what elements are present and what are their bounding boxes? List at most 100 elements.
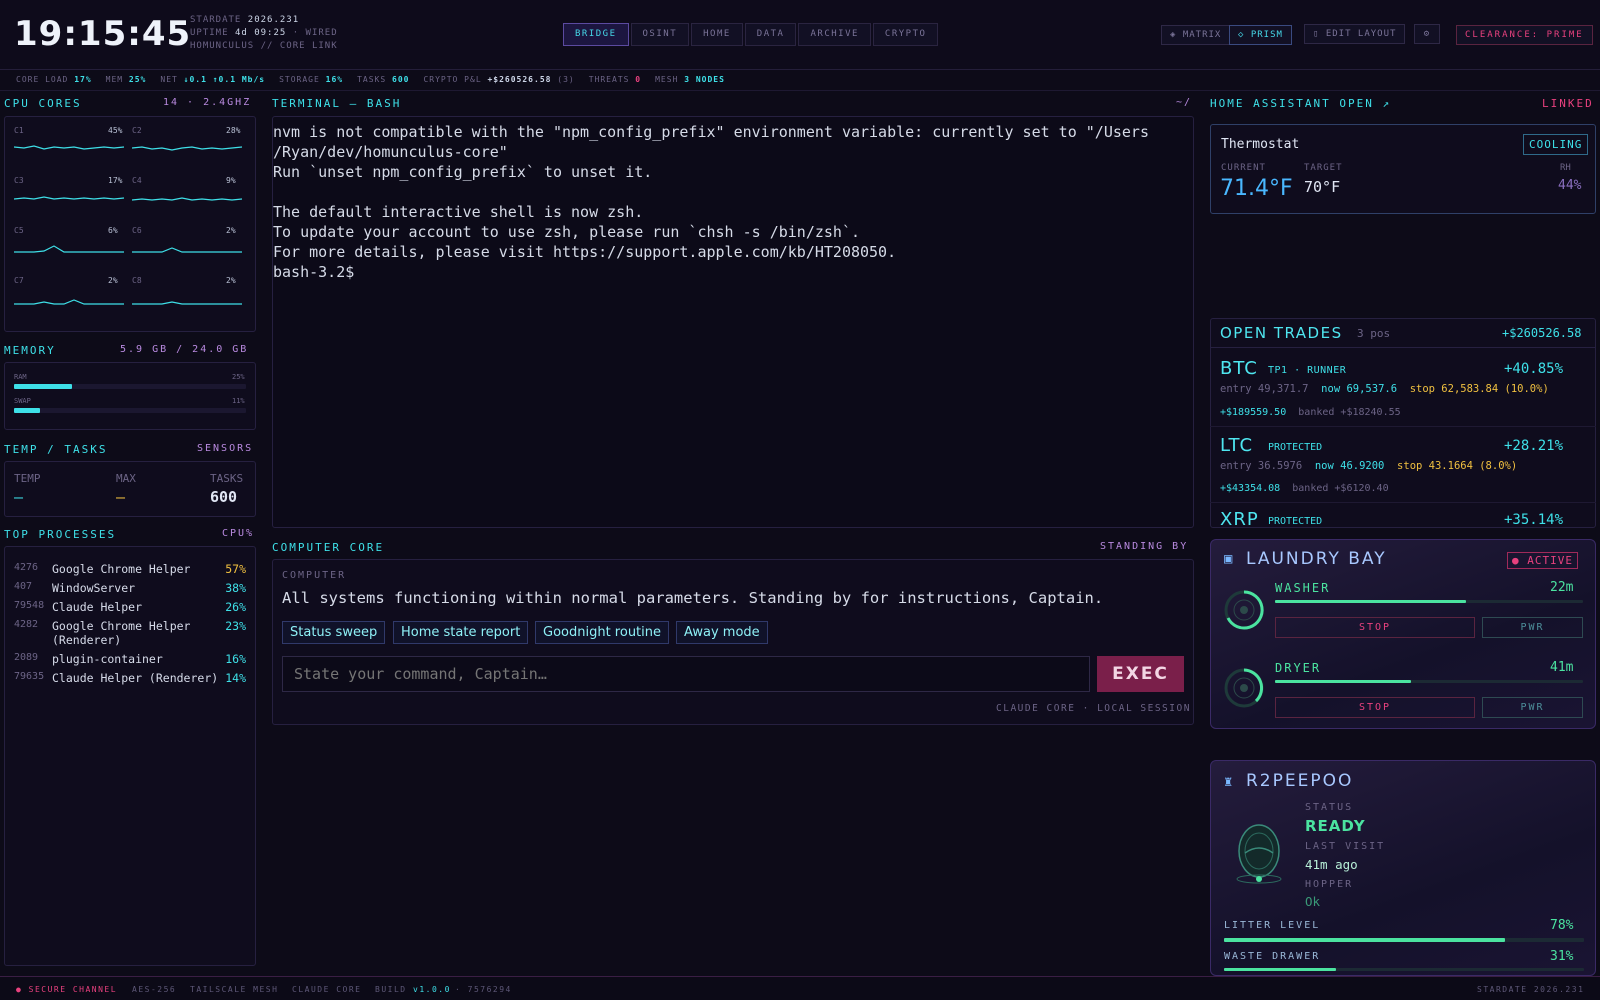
ram-label: RAM	[14, 373, 27, 381]
crypto-label: CRYPTO P&L	[423, 75, 482, 84]
cpu-core-pct: 28%	[226, 126, 241, 135]
swap-fill	[14, 408, 40, 413]
clock: 19:15:45	[14, 14, 192, 54]
home-state-report-chip[interactable]: Home state report	[393, 621, 529, 644]
process-pid: 4276	[14, 562, 39, 573]
trades-total: +$260526.58	[1502, 326, 1582, 340]
dryer-power-button[interactable]: PWR	[1482, 697, 1583, 718]
waste-drawer-bar	[1224, 968, 1584, 971]
tab-osint[interactable]: OSINT	[630, 23, 690, 46]
build-version: v1.0.0	[413, 985, 451, 994]
terminal-output[interactable]: nvm is not compatible with the "npm_conf…	[273, 122, 1193, 282]
stardate-label: STARDATE	[190, 15, 242, 25]
cpu-core-sparkline	[14, 145, 125, 150]
cpu-core-name: C6	[132, 226, 142, 235]
cpu-core-sparkline	[14, 299, 124, 305]
threats-label: THREATS	[588, 75, 630, 84]
dryer-stop-button[interactable]: STOP	[1275, 697, 1475, 718]
crypto-count: (3)	[557, 75, 575, 84]
rh-label: RH	[1560, 163, 1571, 173]
max-value: –	[116, 488, 126, 506]
tab-archive[interactable]: ARCHIVE	[798, 23, 871, 46]
max-label: MAX	[116, 472, 136, 485]
cpu-core-name: C5	[14, 226, 24, 235]
crypto-value: +$260526.58	[487, 75, 552, 84]
ram-pct: 25%	[232, 373, 245, 381]
gear-icon[interactable]: ⚙	[1414, 24, 1440, 44]
command-input[interactable]	[282, 656, 1090, 692]
process-name: WindowServer	[52, 581, 136, 595]
mesh-label: TAILSCALE MESH	[190, 985, 279, 994]
tab-crypto[interactable]: CRYPTO	[872, 23, 939, 46]
current-temp: 71.4°F	[1220, 176, 1293, 201]
cpu-spec: 14 · 2.4GHZ	[163, 97, 252, 108]
trades-divider	[1210, 347, 1596, 348]
trade-pnl: +$43354.08	[1220, 483, 1281, 494]
home-assistant-link[interactable]: HOME ASSISTANT OPEN ↗	[1210, 97, 1391, 110]
trade-symbol: BTC	[1220, 358, 1258, 379]
core-status: STANDING BY	[1100, 541, 1189, 552]
core-load-value: 17%	[74, 75, 92, 84]
storage-label: STORAGE	[279, 75, 320, 84]
secure-channel: ● SECURE CHANNEL	[16, 985, 118, 994]
temp-label: TEMP	[14, 472, 41, 485]
process-row[interactable]: 79635 Claude Helper (Renderer) 14%	[14, 671, 246, 685]
trade-stop: stop 43.1664 (8.0%)	[1397, 460, 1518, 472]
process-row[interactable]: 2089 plugin-container 16%	[14, 652, 246, 666]
swap-label: SWAP	[14, 397, 31, 405]
trade-levels: entry 49,371.7 now 69,537.6 stop 62,583.…	[1220, 383, 1549, 395]
processes-sort[interactable]: CPU%	[222, 528, 254, 539]
process-name: Google Chrome Helper (Renderer)	[52, 619, 191, 647]
mesh-label: MESH	[655, 75, 679, 84]
target-temp: 70°F	[1304, 178, 1341, 196]
cpu-core-name: C1	[14, 126, 24, 135]
process-row[interactable]: 4282 Google Chrome Helper (Renderer) 23%	[14, 619, 246, 647]
tab-bridge[interactable]: BRIDGE	[563, 23, 629, 46]
tab-home[interactable]: HOME	[691, 23, 743, 46]
washer-progress	[1275, 600, 1583, 603]
home-status: LINKED	[1542, 97, 1594, 110]
trade-pct: +40.85%	[1504, 361, 1564, 377]
laundry-icon: ▣	[1224, 551, 1233, 567]
goodnight-routine-chip[interactable]: Goodnight routine	[535, 621, 670, 644]
away-mode-chip[interactable]: Away mode	[676, 621, 768, 644]
edit-layout-button[interactable]: ▯ EDIT LAYOUT	[1304, 24, 1406, 44]
uptime-label: UPTIME	[190, 28, 229, 38]
stardate-value: 2026.231	[247, 15, 300, 25]
current-label: CURRENT	[1221, 163, 1266, 173]
process-row[interactable]: 407 WindowServer 38%	[14, 581, 246, 595]
exec-button[interactable]: EXEC	[1097, 656, 1184, 692]
litter-level-bar	[1224, 938, 1584, 942]
prism-theme-button[interactable]: ◇ PRISM	[1229, 25, 1292, 45]
process-row[interactable]: 79548 Claude Helper 26%	[14, 600, 246, 614]
mem-label: MEM	[105, 75, 124, 84]
build-label: BUILD	[375, 985, 407, 994]
matrix-theme-button[interactable]: ◈ MATRIX	[1161, 25, 1231, 45]
cpu-core-pct: 6%	[108, 226, 118, 235]
cpu-core-pct: 45%	[108, 126, 123, 135]
washer-stop-button[interactable]: STOP	[1275, 617, 1475, 638]
processes-title: TOP PROCESSES	[4, 528, 117, 541]
process-pid: 407	[14, 581, 33, 592]
cpu-core-name: C4	[132, 176, 142, 185]
mem-value: 25%	[128, 75, 147, 84]
robot-status-label: STATUS	[1305, 802, 1354, 813]
process-name: Claude Helper	[52, 600, 143, 614]
process-row[interactable]: 4276 Google Chrome Helper 57%	[14, 562, 246, 576]
last-visit-value: 41m ago	[1305, 857, 1358, 872]
temp-value: –	[14, 488, 24, 506]
core-link: HOMUNCULUS // CORE LINK	[190, 41, 338, 51]
cpu-core-name: C3	[14, 176, 24, 185]
process-pid: 2089	[14, 652, 39, 663]
swap-pct: 11%	[232, 397, 245, 405]
status-sweep-chip[interactable]: Status sweep	[282, 621, 386, 644]
process-name: plugin-container	[52, 652, 163, 666]
tab-data[interactable]: DATA	[744, 23, 797, 46]
trades-title: OPEN TRADES	[1220, 324, 1343, 342]
litter-level-label: LITTER LEVEL	[1224, 920, 1321, 931]
swap-bar	[14, 408, 246, 413]
trade-pnl: +$189559.50	[1220, 407, 1287, 418]
washer-progress-fill	[1275, 600, 1466, 603]
washer-power-button[interactable]: PWR	[1482, 617, 1583, 638]
dryer-progress-fill	[1275, 680, 1411, 683]
